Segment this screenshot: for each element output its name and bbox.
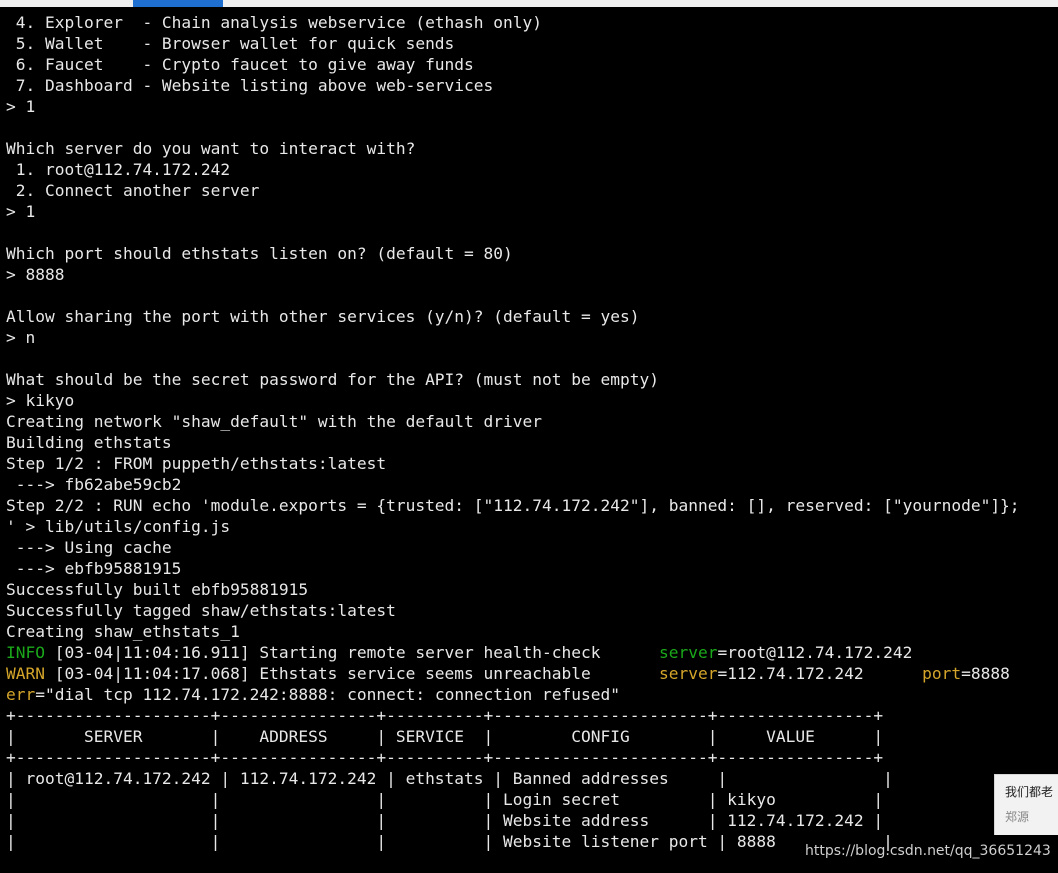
log-key: server: [658, 664, 718, 683]
log-key: server: [658, 643, 718, 662]
terminal-line: Which server do you want to interact wit…: [6, 139, 416, 158]
tab-strip: [0, 0, 1058, 7]
log-err-line: err="dial tcp 112.74.172.242:8888: conne…: [6, 684, 620, 705]
log-key: err: [6, 685, 36, 704]
terminal-line: > 1: [6, 202, 36, 221]
table-border: +--------------------+----------------+-…: [6, 706, 884, 725]
terminal-line: What should be the secret password for t…: [6, 370, 659, 389]
log-value: =root@112.74.172.242: [717, 643, 913, 662]
table-row: | | | | Website listener port | 8888 |: [6, 832, 893, 851]
terminal-line: ---> ebfb95881915: [6, 559, 182, 578]
terminal-line: Building ethstats: [6, 433, 172, 452]
terminal-line: 2. Connect another server: [6, 181, 260, 200]
popup-title: 我们都老: [1005, 785, 1054, 799]
log-message: [03-04|11:04:16.911] Starting remote ser…: [44, 643, 659, 662]
terminal-line: Step 2/2 : RUN echo 'module.exports = {t…: [6, 496, 1020, 515]
table-header: | SERVER | ADDRESS | SERVICE | CONFIG | …: [6, 727, 884, 746]
terminal-line: Step 1/2 : FROM puppeth/ethstats:latest: [6, 454, 387, 473]
terminal-output[interactable]: 4. Explorer - Chain analysis webservice …: [0, 7, 1058, 873]
watermark: https://blog.csdn.net/qq_36651243: [805, 843, 1051, 859]
terminal-line: ---> fb62abe59cb2: [6, 475, 182, 494]
terminal-line: ' > lib/utils/config.js: [6, 517, 231, 536]
terminal-line: Creating network "shaw_default" with the…: [6, 412, 543, 431]
terminal-line: Which port should ethstats listen on? (d…: [6, 244, 513, 263]
log-level-info: INFO: [6, 643, 45, 662]
terminal-line: Successfully tagged shaw/ethstats:latest: [6, 601, 396, 620]
notification-popup[interactable]: 我们都老 郑源: [994, 774, 1058, 835]
table-row: | | | | Website address | 112.74.172.242…: [6, 811, 884, 830]
terminal-line: ---> Using cache: [6, 538, 172, 557]
terminal-line: 6. Faucet - Crypto faucet to give away f…: [6, 55, 474, 74]
active-tab[interactable]: [133, 0, 223, 7]
terminal-line: Allow sharing the port with other servic…: [6, 307, 640, 326]
log-key: port: [922, 664, 962, 683]
terminal-line: 1. root@112.74.172.242: [6, 160, 231, 179]
terminal-line: 4. Explorer - Chain analysis webservice …: [6, 13, 543, 32]
terminal-line: > 8888: [6, 265, 65, 284]
log-value: ="dial tcp 112.74.172.242:8888: connect:…: [35, 685, 620, 704]
log-message: [03-04|11:04:17.068] Ethstats service se…: [44, 664, 659, 683]
log-info-line: INFO [03-04|11:04:16.911] Starting remot…: [6, 642, 912, 663]
terminal-line: > kikyo: [6, 391, 75, 410]
terminal-line: > n: [6, 328, 36, 347]
table-row: | root@112.74.172.242 | 112.74.172.242 |…: [6, 769, 893, 788]
table-border: +--------------------+----------------+-…: [6, 748, 884, 767]
terminal-line: Successfully built ebfb95881915: [6, 580, 309, 599]
terminal-line: 7. Dashboard - Website listing above web…: [6, 76, 494, 95]
terminal-line: 5. Wallet - Browser wallet for quick sen…: [6, 34, 455, 53]
log-level-warn: WARN: [6, 664, 45, 683]
log-value: =8888: [961, 664, 1010, 683]
terminal-line: Creating shaw_ethstats_1: [6, 622, 240, 641]
log-value: =112.74.172.242: [717, 664, 923, 683]
table-row: | | | | Login secret | kikyo |: [6, 790, 884, 809]
popup-subtitle: 郑源: [1005, 810, 1030, 824]
terminal-line: > 1: [6, 97, 36, 116]
log-warn-line: WARN [03-04|11:04:17.068] Ethstats servi…: [6, 663, 1010, 684]
